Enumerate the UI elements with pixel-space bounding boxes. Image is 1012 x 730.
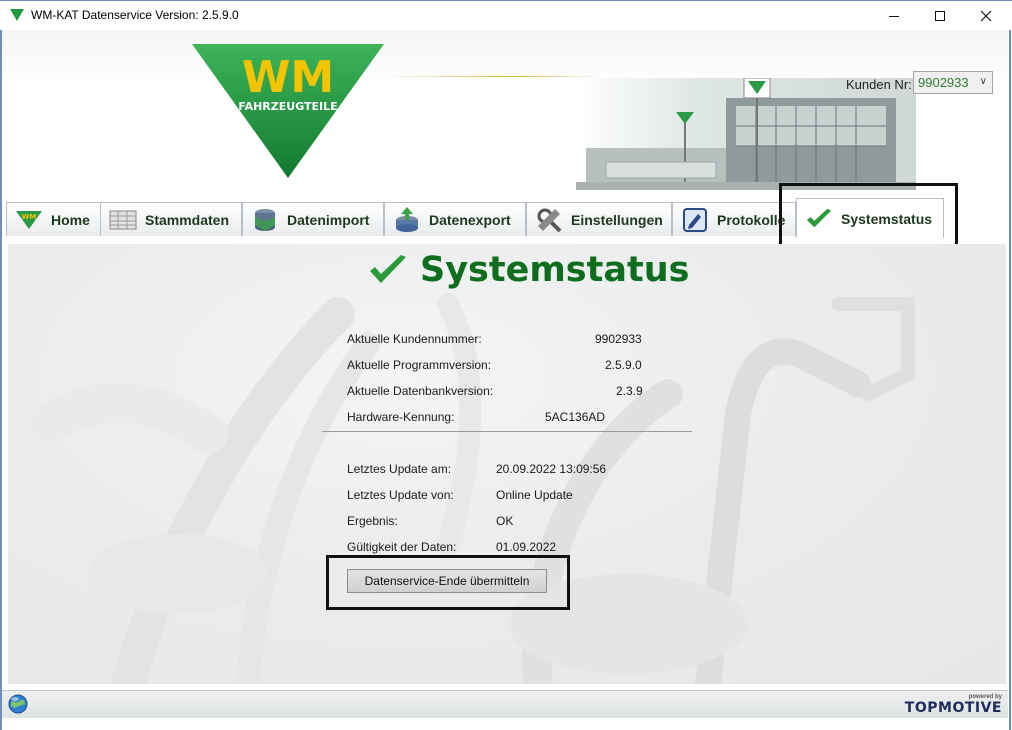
log-icon [681, 207, 709, 232]
kunden-nr-select[interactable]: 9902933 ∨ [913, 71, 993, 94]
value-gueltigkeit: 01.09.2022 [496, 540, 557, 554]
header-accent-line [382, 76, 602, 77]
systemstatus-heading: Systemstatus [368, 250, 689, 290]
chevron-down-icon: ∨ [979, 76, 987, 87]
window-title: WM-KAT Datenservice Version: 2.5.9.0 [31, 8, 239, 22]
tab-einstellungen[interactable]: Einstellungen [526, 202, 672, 236]
maximize-button[interactable] [917, 1, 963, 31]
value-letztes-update-von: Online Update [496, 488, 573, 502]
logo-subtext: FAHRZEUGTEILE [238, 100, 337, 113]
globe-icon[interactable] [8, 694, 28, 714]
wm-logo-icon: WM [15, 208, 43, 232]
close-icon [980, 10, 992, 22]
value-programmversion: 2.5.9.0 [605, 358, 642, 372]
logo-text: WM [242, 52, 334, 103]
label-letztes-update-von: Letztes Update von: [347, 488, 454, 502]
svg-text:WM: WM [22, 213, 37, 221]
title-bar: WM-KAT Datenservice Version: 2.5.9.0 [0, 0, 1012, 30]
systemstatus-title: Systemstatus [420, 250, 690, 290]
systemstatus-panel: Systemstatus Aktuelle Kundennummer: 9902… [8, 244, 1006, 684]
kunden-nr-label: Kunden Nr: [846, 77, 912, 92]
label-programmversion: Aktuelle Programmversion: [347, 358, 492, 372]
value-kundennummer: 9902933 [595, 332, 642, 346]
kunden-nr-value: 9902933 [918, 75, 969, 90]
tab-datenexport[interactable]: Datenexport [384, 202, 526, 236]
value-letztes-update-am: 20.09.2022 13:09:56 [496, 462, 607, 476]
close-button[interactable] [963, 1, 1009, 31]
header-banner: WM FAHRZEUGTEILE Kunden Nr: 9902933 ∨ [2, 30, 1008, 190]
database-export-icon [393, 206, 421, 232]
value-hardware-kennung: 5AC136AD [545, 410, 606, 424]
label-kundennummer: Aktuelle Kundennummer: [347, 332, 482, 346]
tab-einstellungen-label: Einstellungen [571, 211, 663, 228]
tab-datenexport-label: Datenexport [429, 211, 511, 228]
label-letztes-update-am: Letztes Update am: [347, 462, 452, 476]
tab-protokolle-label: Protokolle [717, 211, 786, 228]
highlight-box-button [326, 555, 570, 610]
label-datenbankversion: Aktuelle Datenbankversion: [347, 384, 494, 398]
label-gueltigkeit: Gültigkeit der Daten: [347, 540, 457, 554]
tab-datenimport[interactable]: Datenimport [242, 202, 384, 236]
tab-stammdaten[interactable]: Stammdaten [100, 202, 242, 236]
minimize-icon [889, 15, 899, 17]
tab-home-label: Home [51, 211, 90, 228]
tab-stammdaten-label: Stammdaten [145, 211, 230, 228]
database-import-icon [251, 208, 279, 232]
label-ergebnis: Ergebnis: [347, 514, 398, 528]
topmotive-brand: TOPMOTIVE [904, 700, 1002, 716]
tab-datenimport-label: Datenimport [287, 211, 370, 228]
minimize-button[interactable] [871, 1, 917, 31]
value-datenbankversion: 2.3.9 [616, 384, 643, 398]
company-building-image [576, 78, 916, 190]
app-icon [10, 9, 24, 21]
tab-home[interactable]: WM Home [6, 202, 102, 236]
wm-fahrzeugteile-logo: WM FAHRZEUGTEILE [192, 44, 384, 178]
label-hardware-kennung: Hardware-Kennung: [347, 410, 455, 424]
topmotive-logo: powered by TOPMOTIVE [905, 694, 1002, 715]
window-border-right [1009, 30, 1011, 730]
divider [322, 431, 692, 432]
value-ergebnis: OK [496, 514, 514, 528]
tab-protokolle[interactable]: Protokolle [672, 202, 796, 236]
status-bar: powered by TOPMOTIVE [2, 690, 1008, 718]
tools-icon [535, 208, 563, 232]
maximize-icon [935, 11, 945, 21]
checkmark-icon [370, 255, 406, 283]
table-icon [109, 208, 137, 232]
